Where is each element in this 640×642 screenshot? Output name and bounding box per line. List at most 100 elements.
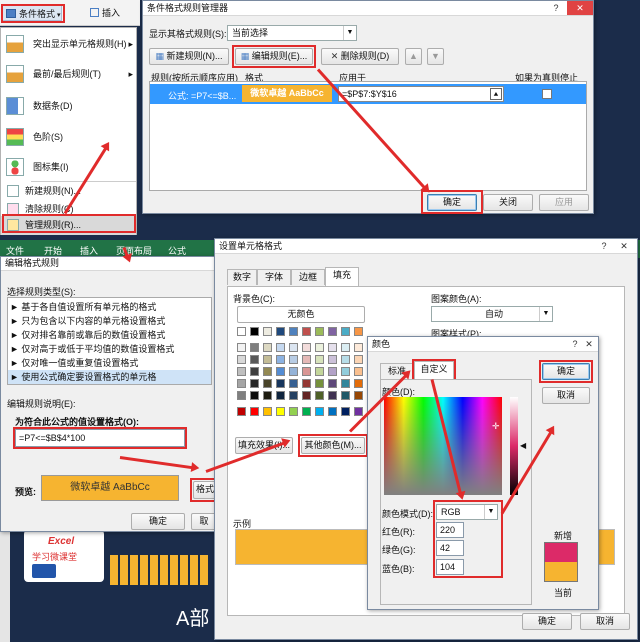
color-swatch[interactable]	[237, 343, 246, 352]
menu-item-highlight[interactable]: 突出显示单元格规则(H) ▸	[1, 30, 136, 58]
color-swatch[interactable]	[315, 367, 324, 376]
help-icon[interactable]: ?	[597, 239, 611, 253]
color-swatch[interactable]	[250, 367, 259, 376]
luminance-slider[interactable]	[510, 397, 518, 495]
red-input[interactable]: 220	[436, 522, 464, 538]
color-swatch[interactable]	[354, 355, 363, 364]
color-swatch[interactable]	[276, 391, 285, 400]
color-swatch[interactable]	[341, 407, 350, 416]
mgr-ok-button[interactable]: 确定	[427, 194, 477, 211]
rule-row[interactable]: 公式: =P7<=$B... 微软卓越 AaBbCc =$P$7:$Y$16 ⯅	[150, 84, 586, 104]
color-swatch[interactable]	[302, 379, 311, 388]
color-swatch[interactable]	[263, 379, 272, 388]
color-swatch[interactable]	[354, 343, 363, 352]
blue-input[interactable]: 104	[436, 559, 464, 575]
delete-rule-button[interactable]: ✕ 删除规则(D)	[321, 48, 399, 65]
color-swatch[interactable]	[302, 343, 311, 352]
color-swatch[interactable]	[263, 391, 272, 400]
color-swatch[interactable]	[354, 367, 363, 376]
tab-fill[interactable]: 填充	[325, 267, 359, 286]
color-cancel-button[interactable]: 取消	[542, 387, 590, 404]
menu-item-iconsets[interactable]: 图标集(I)	[1, 153, 136, 181]
insert-button[interactable]: 插入	[88, 5, 136, 21]
color-swatch[interactable]	[302, 367, 311, 376]
color-swatch[interactable]	[289, 327, 298, 336]
close-icon[interactable]: ✕	[582, 337, 596, 351]
pattern-color-select[interactable]: 自动 ▼	[431, 306, 553, 322]
rule-type-item-selected[interactable]: ► 使用公式确定要设置格式的单元格	[8, 370, 211, 384]
collapse-icon[interactable]: ⯅	[490, 88, 502, 100]
color-spectrum[interactable]: ✛	[384, 397, 502, 495]
close-icon[interactable]: ✕	[617, 239, 631, 253]
color-swatch[interactable]	[250, 407, 259, 416]
color-swatch[interactable]	[328, 367, 337, 376]
color-swatch[interactable]	[315, 391, 324, 400]
color-swatch[interactable]	[315, 355, 324, 364]
color-swatch[interactable]	[302, 355, 311, 364]
color-swatch[interactable]	[237, 355, 246, 364]
color-swatch[interactable]	[341, 343, 350, 352]
color-swatch[interactable]	[328, 407, 337, 416]
color-swatch[interactable]	[250, 379, 259, 388]
color-swatch[interactable]	[250, 327, 259, 336]
menu-item-databars[interactable]: 数据条(D)	[1, 92, 136, 120]
rule-type-item[interactable]: ► 仅对高于或低于平均值的数值设置格式	[10, 342, 174, 355]
color-ok-button[interactable]: 确定	[542, 363, 590, 380]
color-swatch[interactable]	[263, 327, 272, 336]
color-swatch[interactable]	[289, 379, 298, 388]
rule-type-item[interactable]: ► 只为包含以下内容的单元格设置格式	[10, 314, 165, 327]
color-swatch[interactable]	[276, 327, 285, 336]
menu-item-managerules[interactable]: 管理规则(R)...	[1, 216, 136, 235]
format-ok-button[interactable]: 确定	[522, 613, 572, 630]
color-swatch[interactable]	[341, 379, 350, 388]
help-icon[interactable]: ?	[549, 1, 563, 15]
tab-custom[interactable]: 自定义	[414, 361, 454, 379]
rule-applies-field[interactable]: =$P$7:$Y$16 ⯅	[338, 86, 504, 102]
help-icon[interactable]: ?	[568, 337, 582, 351]
color-swatch[interactable]	[263, 355, 272, 364]
color-swatch[interactable]	[250, 391, 259, 400]
cond-format-button[interactable]: 条件格式 ▾	[2, 5, 62, 21]
color-swatch[interactable]	[237, 407, 246, 416]
edit-rule-button[interactable]: ▦ 编辑规则(E)...	[235, 48, 313, 65]
color-swatch[interactable]	[276, 407, 285, 416]
color-swatch[interactable]	[328, 379, 337, 388]
color-swatch[interactable]	[276, 367, 285, 376]
mgr-apply-button[interactable]: 应用	[539, 194, 589, 211]
color-swatch[interactable]	[237, 379, 246, 388]
color-swatch[interactable]	[289, 391, 298, 400]
color-swatch[interactable]	[263, 407, 272, 416]
color-swatch[interactable]	[250, 343, 259, 352]
slider-pointer-icon[interactable]: ◀	[520, 441, 526, 450]
formula-input[interactable]: =P7<=$B$4*100	[15, 429, 185, 447]
tab-font[interactable]: 字体	[257, 269, 291, 285]
mgr-close-button[interactable]: 关闭	[483, 194, 533, 211]
menu-item-topbottom[interactable]: 最前/最后规则(T) ▸	[1, 60, 136, 88]
new-rule-button[interactable]: ▦ 新建规则(N)...	[149, 48, 229, 65]
color-swatch[interactable]	[289, 407, 298, 416]
color-swatch[interactable]	[289, 355, 298, 364]
color-swatch[interactable]	[341, 367, 350, 376]
color-swatch[interactable]	[302, 327, 311, 336]
color-swatch[interactable]	[289, 343, 298, 352]
color-swatch[interactable]	[276, 379, 285, 388]
stop-if-true-checkbox[interactable]	[542, 89, 552, 99]
color-swatch[interactable]	[341, 355, 350, 364]
color-swatch[interactable]	[276, 355, 285, 364]
menu-item-colorscale[interactable]: 色阶(S)	[1, 123, 136, 151]
more-colors-button[interactable]: 其他颜色(M)...	[301, 437, 365, 454]
color-swatch[interactable]	[289, 367, 298, 376]
move-down-button[interactable]: ▼	[427, 48, 444, 65]
color-swatch[interactable]	[302, 391, 311, 400]
color-swatch[interactable]	[315, 343, 324, 352]
color-swatch[interactable]	[315, 407, 324, 416]
no-color-button[interactable]: 无颜色	[237, 306, 365, 323]
move-up-button[interactable]: ▲	[405, 48, 422, 65]
edit-ok-button[interactable]: 确定	[131, 513, 185, 530]
color-swatch[interactable]	[237, 391, 246, 400]
color-swatch[interactable]	[276, 343, 285, 352]
color-swatch[interactable]	[354, 391, 363, 400]
color-swatch[interactable]	[250, 355, 259, 364]
color-swatch[interactable]	[341, 327, 350, 336]
color-swatch[interactable]	[354, 379, 363, 388]
